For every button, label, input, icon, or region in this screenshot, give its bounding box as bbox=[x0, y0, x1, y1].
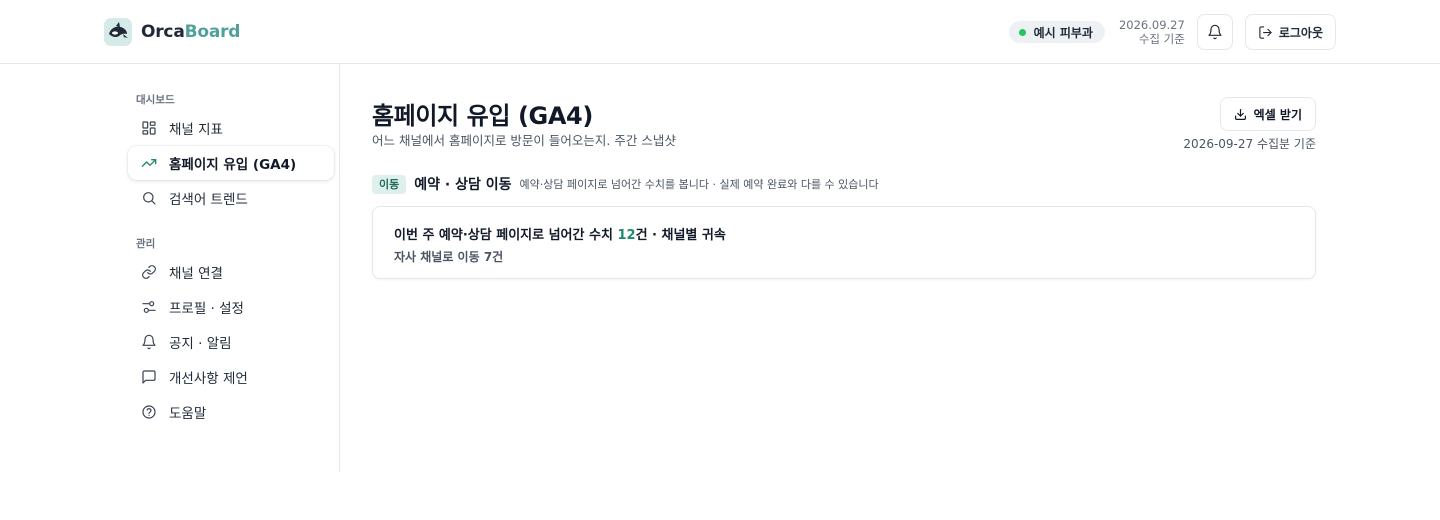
sidebar-item-label: 개선사항 제언 bbox=[169, 371, 248, 387]
summary-prefix: 이번 주 예약·상담 페이지로 넘어간 수치 bbox=[394, 228, 618, 243]
section-tag: 이동 bbox=[372, 174, 407, 194]
sidebar-item-label: 검색어 트렌드 bbox=[169, 192, 248, 208]
sidebar: 대시보드 채널 지표 홈페이지 유입 (GA4) 검색어 트렌드 관리 채널 연… bbox=[0, 64, 340, 472]
sidebar-item-search-trends[interactable]: 검색어 트렌드 bbox=[128, 181, 334, 215]
sidebar-item-label: 홈페이지 유입 (GA4) bbox=[169, 157, 297, 173]
sidebar-item-notices[interactable]: 공지 · 알림 bbox=[128, 325, 334, 359]
notifications-button[interactable] bbox=[1196, 14, 1233, 50]
bell-icon bbox=[1208, 24, 1222, 40]
sliders-icon bbox=[140, 299, 157, 316]
brand-name-part1: Orca bbox=[141, 22, 185, 42]
logout-icon bbox=[1259, 25, 1272, 39]
sidebar-item-channel-connect[interactable]: 채널 연결 bbox=[128, 255, 334, 289]
logout-button[interactable]: 로그아웃 bbox=[1244, 14, 1336, 50]
sidebar-item-help[interactable]: 도움말 bbox=[128, 395, 334, 429]
link-icon bbox=[140, 264, 157, 281]
bell-icon bbox=[140, 334, 157, 351]
page-title: 홈페이지 유입 (GA4) bbox=[372, 102, 593, 130]
sidebar-item-label: 프로필 · 설정 bbox=[169, 301, 244, 317]
sidebar-item-label: 채널 연결 bbox=[169, 266, 223, 282]
summary-card: 이번 주 예약·상담 페이지로 넘어간 수치 12건 · 채널별 귀속 자사 채… bbox=[372, 206, 1316, 279]
sidebar-item-label: 채널 지표 bbox=[169, 122, 223, 138]
org-badge[interactable]: 예시 피부과 bbox=[1008, 21, 1105, 43]
excel-download-button[interactable]: 엑셀 받기 bbox=[1219, 97, 1316, 131]
page-subtitle: 어느 채널에서 홈페이지로 방문이 들어오는지. 주간 스냅샷 bbox=[372, 133, 676, 148]
grid-icon bbox=[140, 120, 157, 137]
orca-logo-icon bbox=[104, 18, 132, 46]
help-icon bbox=[140, 404, 157, 421]
collect-date: 2026.09.27 bbox=[1118, 18, 1185, 32]
sidebar-section-dashboard: 대시보드 bbox=[136, 94, 175, 106]
download-icon bbox=[1234, 108, 1246, 120]
summary-detail: 자사 채널로 이동 7건 bbox=[394, 250, 504, 264]
summary-suffix: 건 · 채널별 귀속 bbox=[635, 228, 726, 243]
summary-headline: 이번 주 예약·상담 페이지로 넘어간 수치 12건 · 채널별 귀속 bbox=[394, 224, 726, 243]
section-title: 예약 · 상담 이동 bbox=[414, 177, 512, 193]
excel-download-label: 엑셀 받기 bbox=[1253, 107, 1302, 122]
data-basis: 2026-09-27 수집분 기준 bbox=[1183, 137, 1316, 151]
sidebar-item-channel-metrics[interactable]: 채널 지표 bbox=[128, 111, 334, 145]
header-actions: 예시 피부과 2026.09.27 수집 기준 로그아웃 bbox=[1008, 14, 1336, 50]
brand[interactable]: OrcaBoard bbox=[104, 18, 240, 46]
brand-name: OrcaBoard bbox=[141, 22, 240, 42]
collect-date-info: 2026.09.27 수집 기준 bbox=[1119, 18, 1185, 46]
trending-up-icon bbox=[140, 155, 157, 172]
sidebar-item-suggestions[interactable]: 개선사항 제언 bbox=[128, 360, 334, 394]
collect-label: 수집 기준 bbox=[1138, 32, 1185, 46]
search-icon bbox=[140, 190, 157, 207]
brand-name-part2: Board bbox=[184, 22, 241, 42]
status-dot-icon bbox=[1018, 28, 1026, 36]
sidebar-item-label: 도움말 bbox=[169, 406, 207, 422]
sidebar-item-homepage-inflow[interactable]: 홈페이지 유입 (GA4) bbox=[128, 146, 334, 180]
top-header: OrcaBoard 예시 피부과 2026.09.27 수집 기준 로그아웃 bbox=[0, 0, 1440, 64]
message-icon bbox=[140, 369, 157, 386]
sidebar-section-manage: 관리 bbox=[136, 238, 156, 250]
section-note: 예약·상담 페이지로 넘어간 수치를 봅니다 · 실제 예약 완료와 다를 수 … bbox=[519, 178, 879, 191]
sidebar-item-label: 공지 · 알림 bbox=[169, 336, 232, 352]
section-header: 이동 예약 · 상담 이동 예약·상담 페이지로 넘어간 수치를 봅니다 · 실… bbox=[372, 174, 879, 194]
summary-count: 12 bbox=[617, 228, 636, 243]
logout-label: 로그아웃 bbox=[1278, 25, 1323, 40]
org-name: 예시 피부과 bbox=[1033, 25, 1093, 40]
sidebar-item-profile-settings[interactable]: 프로필 · 설정 bbox=[128, 290, 334, 324]
